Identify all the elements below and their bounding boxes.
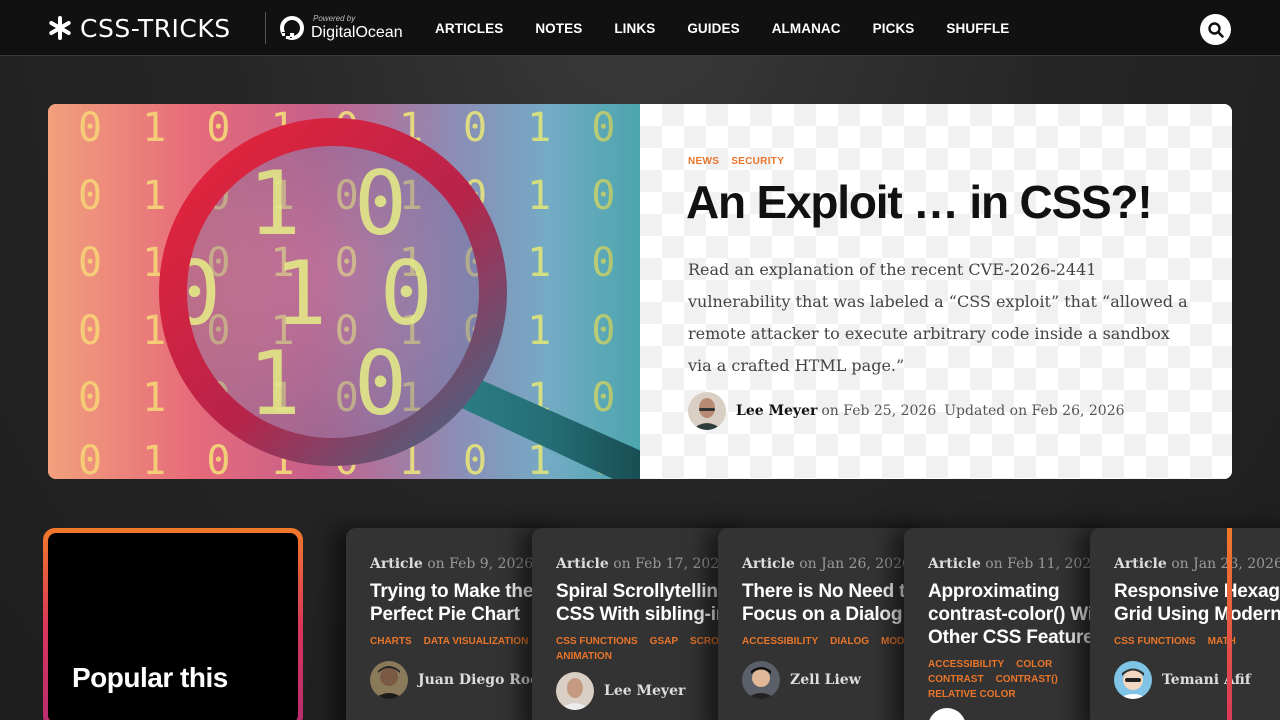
tag-animation[interactable]: ANIMATION	[556, 651, 612, 662]
tag-charts[interactable]: CHARTS	[370, 636, 412, 647]
article-card[interactable]: Article on Feb 11, 2026 Approximating co…	[904, 528, 1119, 720]
card-author[interactable]: Temani Afif	[1162, 672, 1251, 688]
search-icon	[1207, 21, 1224, 38]
card-kind: Article	[928, 556, 981, 572]
featured-article-card[interactable]: 0 1 0 1 0 1 0 1 0 1 0 1 0 1 0 1 0 1 0 1 …	[48, 104, 1232, 479]
card-byline: Temani Afif	[1114, 661, 1280, 699]
avatar[interactable]	[370, 661, 408, 699]
card-title-line: Responsive Hexagon	[1114, 581, 1280, 602]
css-tricks-logo[interactable]: CSS-TRICKS	[48, 12, 231, 44]
hero-date: on Feb 25, 2026	[821, 403, 937, 419]
asterisk-logo-icon	[49, 16, 71, 40]
nav-shuffle[interactable]: SHUFFLE	[930, 21, 1025, 36]
site-header: CSS-TRICKS Powered by DigitalOcean ARTIC…	[0, 0, 1280, 56]
tag-accessibility[interactable]: ACCESSIBILITY	[928, 659, 1004, 670]
card-tags: CSS FUNCTIONS MATH	[1114, 636, 1280, 647]
tag-css-functions[interactable]: CSS FUNCTIONS	[556, 636, 638, 647]
hero-content: NEWS SECURITY An Exploit … in CSS?! Read…	[640, 104, 1232, 479]
nav-articles[interactable]: ARTICLES	[419, 21, 519, 36]
tag-data-visualization[interactable]: DATA VISUALIZATION	[424, 636, 529, 647]
tag-accessibility[interactable]: ACCESSIBILITY	[742, 636, 818, 647]
tag-news[interactable]: NEWS	[688, 156, 719, 167]
card-author[interactable]: Zell Liew	[790, 672, 861, 688]
avatar[interactable]	[688, 392, 726, 430]
card-date: on Jan 26, 2026	[799, 556, 911, 572]
popular-panel: Popular this	[43, 528, 303, 720]
card-kind: Article	[370, 556, 423, 572]
avatar[interactable]	[928, 708, 966, 720]
article-card[interactable]: Article on Jan 26, 2026 There is No Need…	[718, 528, 933, 720]
article-card[interactable]: Article on Feb 17, 2026 Spiral Scrollyte…	[532, 528, 747, 720]
hero-illustration[interactable]: 0 1 0 1 0 1 0 1 0 1 0 1 0 1 0 1 0 1 0 1 …	[48, 104, 640, 479]
hero-art-shade	[548, 104, 640, 479]
nav-guides[interactable]: GUIDES	[671, 21, 755, 36]
card-kind: Article	[1114, 556, 1167, 572]
tag-contrast-fn[interactable]: CONTRAST()	[996, 674, 1058, 685]
article-card[interactable]: Article on Jan 23, 2026 Responsive Hexag…	[1090, 528, 1280, 720]
nav-notes[interactable]: NOTES	[519, 21, 598, 36]
carousel-edge-accent	[1227, 528, 1232, 720]
tag-color[interactable]: COLOR	[1016, 659, 1052, 670]
card-kind: Article	[742, 556, 795, 572]
tag-css-functions[interactable]: CSS FUNCTIONS	[1114, 636, 1196, 647]
card-title[interactable]: Responsive Hexagon Grid Using Modern CSS	[1114, 580, 1280, 626]
card-date: on Feb 9, 2026	[427, 556, 534, 572]
hero-excerpt: Read an explanation of the recent CVE-20…	[688, 260, 1188, 375]
powered-by-label: Powered by	[313, 14, 356, 23]
digitalocean-logo[interactable]: Powered by DigitalOcean	[279, 11, 403, 45]
logo-text: CSS-TRICKS	[80, 13, 231, 43]
card-date: on Feb 11, 2026	[985, 556, 1101, 572]
tag-gsap[interactable]: GSAP	[650, 636, 678, 647]
article-card[interactable]: Article on Feb 9, 2026 Trying to Make th…	[346, 528, 561, 720]
nav-almanac[interactable]: ALMANAC	[756, 21, 857, 36]
tag-dialog[interactable]: DIALOG	[830, 636, 869, 647]
avatar[interactable]	[556, 672, 594, 710]
logo-divider	[265, 12, 266, 44]
tag-relative-color[interactable]: RELATIVE COLOR	[928, 689, 1016, 700]
nav-links[interactable]: LINKS	[598, 21, 671, 36]
hero-tags: NEWS SECURITY	[688, 156, 784, 167]
avatar[interactable]	[742, 661, 780, 699]
card-date: on Feb 17, 2026	[613, 556, 729, 572]
card-date: on Jan 23, 2026	[1171, 556, 1280, 572]
nav-picks[interactable]: PICKS	[857, 21, 931, 36]
card-author[interactable]: Lee Meyer	[604, 683, 685, 699]
hero-updated: Updated on Feb 26, 2026	[944, 403, 1125, 419]
main-nav: ARTICLES NOTES LINKS GUIDES ALMANAC PICK…	[419, 0, 1025, 56]
card-kind: Article	[556, 556, 609, 572]
card-tags: CSS FUNCTIONS GSAP SCROLL ANIMATION	[556, 636, 736, 662]
tag-contrast[interactable]: CONTRAST	[928, 674, 984, 685]
hero-byline: Lee Meyer on Feb 25, 2026 Updated on Feb…	[688, 391, 1125, 431]
popular-title: Popular this	[72, 662, 228, 693]
sponsor-name: DigitalOcean	[311, 24, 403, 41]
avatar[interactable]	[1114, 661, 1152, 699]
digitalocean-icon	[280, 16, 304, 40]
card-title-line: Grid Using Modern CSS	[1114, 604, 1280, 625]
hero-title[interactable]: An Exploit … in CSS?!	[686, 174, 1206, 230]
hero-author[interactable]: Lee Meyer	[736, 403, 817, 419]
tag-security[interactable]: SECURITY	[731, 156, 784, 167]
search-button[interactable]	[1200, 14, 1231, 45]
